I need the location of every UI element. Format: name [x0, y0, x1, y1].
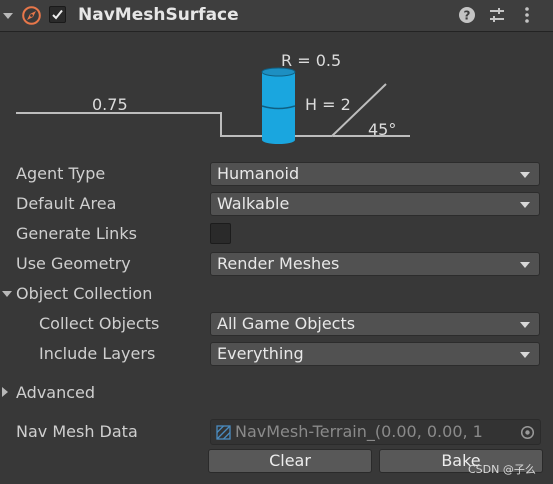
- component-title: NavMeshSurface: [78, 5, 239, 25]
- slope-label: 45°: [368, 120, 396, 139]
- dropdown-arrow-icon: [520, 172, 530, 178]
- step-height-label: 0.75: [92, 95, 128, 114]
- agent-settings-diagram: 0.75 R = 0.5 H = 2 45°: [16, 51, 410, 144]
- component-header[interactable]: NavMeshSurface ?: [0, 0, 553, 32]
- object-picker-icon[interactable]: [520, 425, 535, 440]
- checkmark-icon: [52, 9, 63, 20]
- include-layers-value: Everything: [217, 344, 304, 363]
- height-label: H = 2: [305, 95, 351, 114]
- include-layers-label: Include Layers: [39, 344, 156, 363]
- default-area-row: Default Area Walkable: [0, 190, 553, 218]
- advanced-label: Advanced: [16, 383, 96, 402]
- use-geometry-value: Render Meshes: [217, 254, 340, 273]
- agent-cylinder: [261, 67, 296, 144]
- radius-label: R = 0.5: [281, 51, 341, 70]
- nav-mesh-data-row: Nav Mesh Data NavMesh-Terrain_(0.00, 0.0…: [0, 418, 553, 446]
- navmesh-asset-icon: [216, 425, 231, 440]
- use-geometry-row: Use Geometry Render Meshes: [0, 250, 553, 278]
- agent-type-row: Agent Type Humanoid: [0, 160, 553, 188]
- clear-button[interactable]: Clear: [208, 449, 372, 473]
- dropdown-arrow-icon: [520, 262, 530, 268]
- default-area-dropdown[interactable]: Walkable: [210, 192, 540, 216]
- default-area-label: Default Area: [16, 194, 117, 213]
- generate-links-row: Generate Links: [0, 220, 553, 248]
- preset-icon[interactable]: [488, 6, 506, 24]
- agent-type-dropdown[interactable]: Humanoid: [210, 162, 540, 186]
- foldout-closed-arrow-icon: [2, 387, 8, 397]
- object-collection-label: Object Collection: [16, 284, 153, 303]
- dropdown-arrow-icon: [520, 352, 530, 358]
- advanced-foldout[interactable]: Advanced: [0, 379, 553, 407]
- use-geometry-label: Use Geometry: [16, 254, 131, 273]
- watermark-text: CSDN @子么: [468, 463, 536, 476]
- collect-objects-value: All Game Objects: [217, 314, 356, 333]
- nav-mesh-data-field[interactable]: NavMesh-Terrain_(0.00, 0.00, 1: [210, 419, 541, 445]
- include-layers-row: Include Layers Everything: [0, 340, 553, 368]
- default-area-value: Walkable: [217, 194, 290, 213]
- enabled-checkbox[interactable]: [49, 6, 66, 23]
- agent-type-label: Agent Type: [16, 164, 106, 183]
- agent-type-value: Humanoid: [217, 164, 300, 183]
- collect-objects-row: Collect Objects All Game Objects: [0, 310, 553, 338]
- svg-text:?: ?: [464, 9, 471, 23]
- navmesh-surface-inspector: NavMeshSurface ? 0.75 R = 0.5 H = 2 45° …: [0, 0, 553, 484]
- object-collection-foldout[interactable]: Object Collection: [0, 280, 553, 308]
- nav-mesh-data-value: NavMesh-Terrain_(0.00, 0.00, 1: [235, 422, 483, 441]
- use-geometry-dropdown[interactable]: Render Meshes: [210, 252, 540, 276]
- collapse-arrow-icon[interactable]: [3, 13, 13, 19]
- include-layers-dropdown[interactable]: Everything: [210, 342, 540, 366]
- compass-icon: [22, 6, 41, 25]
- generate-links-checkbox[interactable]: [210, 223, 231, 244]
- more-icon[interactable]: [518, 6, 536, 24]
- dropdown-arrow-icon: [520, 322, 530, 328]
- generate-links-label: Generate Links: [16, 224, 137, 243]
- collect-objects-dropdown[interactable]: All Game Objects: [210, 312, 540, 336]
- collect-objects-label: Collect Objects: [39, 314, 160, 333]
- help-icon[interactable]: ?: [458, 6, 476, 24]
- foldout-open-arrow-icon: [2, 291, 12, 297]
- dropdown-arrow-icon: [520, 202, 530, 208]
- nav-mesh-data-label: Nav Mesh Data: [16, 422, 138, 441]
